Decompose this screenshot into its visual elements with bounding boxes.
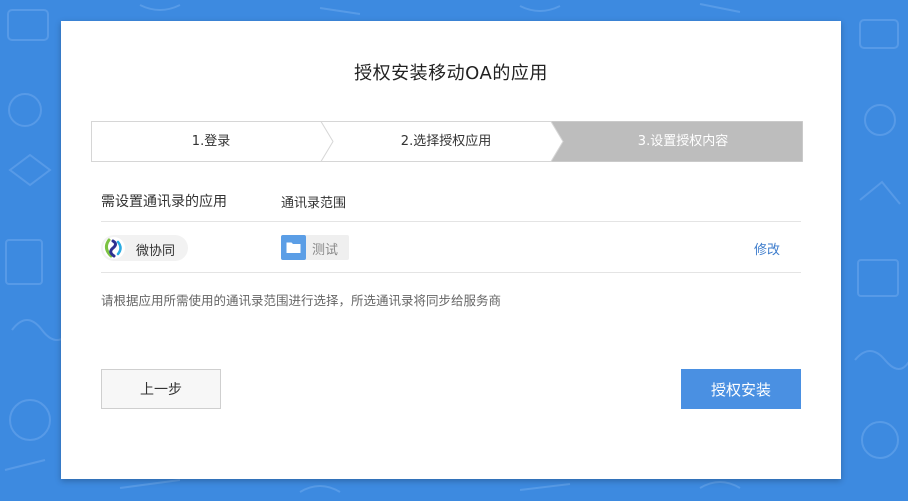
step-progress-bar: 1.登录 2.选择授权应用 3.设置授权内容 (91, 121, 803, 162)
folder-icon (286, 242, 301, 253)
scope-name: 测试 (312, 243, 339, 258)
header-app-column: 需设置通讯录的应用 (101, 194, 227, 210)
dialog-title: 授权安装移动OA的应用 (354, 63, 548, 84)
step-1-login: 1.登录 (191, 134, 231, 149)
folder-icon-box (281, 235, 306, 260)
authorization-dialog: 授权安装移动OA的应用 1.登录 2.选择授权应用 3.设置授权内容 需设置通讯… (61, 21, 841, 479)
weixietong-logo-icon (103, 237, 125, 259)
step-3-set-content: 3.设置授权内容 (637, 134, 729, 149)
step-2-select-app: 2.选择授权应用 (400, 134, 492, 149)
table-header: 需设置通讯录的应用 通讯录范围 (101, 191, 801, 222)
scope-tag: 测试 (281, 235, 349, 260)
header-scope-column: 通讯录范围 (281, 196, 347, 211)
authorize-install-button[interactable]: 授权安装 (681, 369, 801, 409)
app-name: 微协同 (136, 244, 176, 259)
previous-step-button[interactable]: 上一步 (101, 369, 221, 409)
table-row: 微协同 测试 修改 (101, 223, 801, 273)
hint-text: 请根据应用所需使用的通讯录范围进行选择，所选通讯录将同步给服务商 (101, 293, 502, 308)
edit-scope-link[interactable]: 修改 (754, 239, 780, 258)
app-badge: 微协同 (101, 235, 188, 261)
